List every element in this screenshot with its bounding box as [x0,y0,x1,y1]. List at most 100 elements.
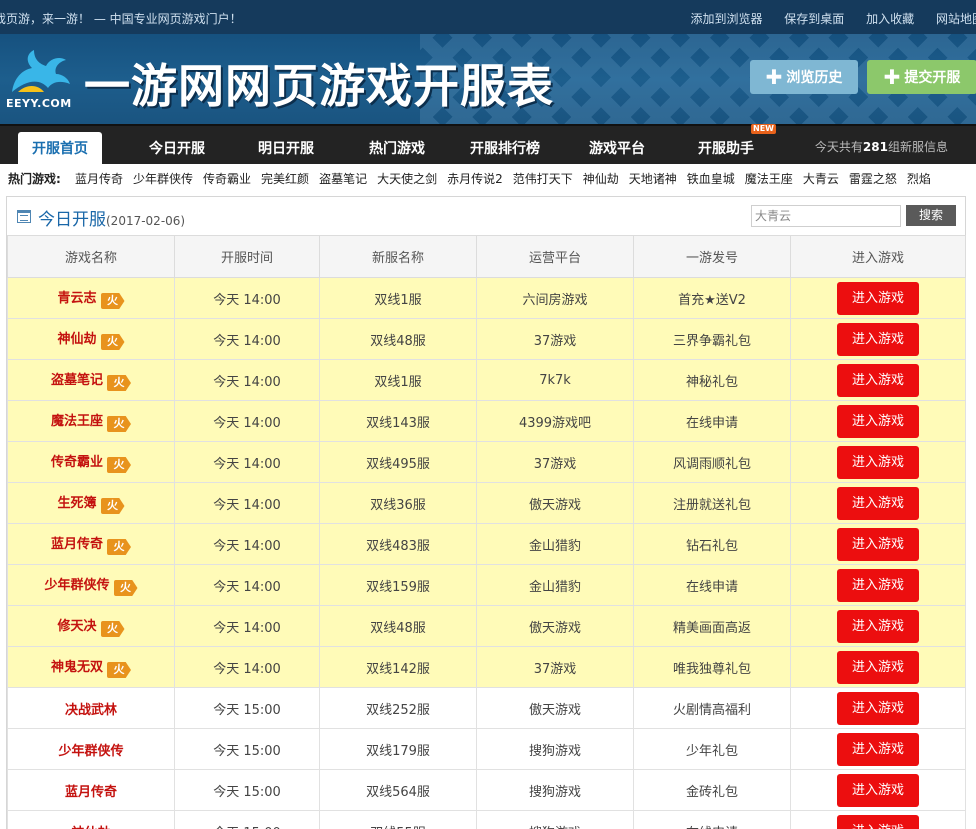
nav-platforms[interactable]: 游戏平台 [589,132,645,166]
hot-game-link[interactable]: 铁血皇城 [687,172,735,186]
add-to-browser-link[interactable]: 添加到浏览器 [690,12,762,26]
enter-cell: 进入游戏 [790,687,966,729]
server-name-cell: 双线495服 [319,441,477,483]
game-name[interactable]: 青云志 [57,291,96,306]
hot-game-link[interactable]: 大天使之剑 [377,172,437,186]
enter-game-button[interactable]: 进入游戏 [837,568,919,602]
gift-cell[interactable]: 在线申请 [633,400,791,442]
hot-fire-badge: 火 [100,498,125,514]
hot-game-link[interactable]: 蓝月传奇 [75,172,123,186]
hot-game-link[interactable]: 大青云 [803,172,839,186]
game-name-cell[interactable]: 青云志火 [7,277,175,319]
enter-game-button[interactable]: 进入游戏 [837,609,919,643]
hot-game-link[interactable]: 完美红颜 [261,172,309,186]
panel-date: (2017-02-06) [106,214,186,228]
hot-fire-badge: 火 [100,621,125,637]
gift-cell[interactable]: 在线申请 [633,810,791,829]
gift-cell[interactable]: 精美画面高返 [633,605,791,647]
site-logo[interactable]: EEYY.COM [4,48,74,110]
open-time-cell: 今天 14:00 [174,646,320,688]
game-name[interactable]: 少年群侠传 [58,744,123,759]
enter-game-button[interactable]: 进入游戏 [837,527,919,561]
gift-cell[interactable]: 少年礼包 [633,728,791,770]
nav-tomorrow[interactable]: 明日开服 [258,132,314,166]
hot-game-link[interactable]: 烈焰 [907,172,931,186]
browse-history-button[interactable]: ✚ 浏览历史 [750,60,858,94]
enter-game-button[interactable]: 进入游戏 [837,445,919,479]
server-name-cell: 双线179服 [319,728,477,770]
hot-game-link[interactable]: 少年群侠传 [133,172,193,186]
game-name-cell[interactable]: 神鬼无双火 [7,646,175,688]
add-favorite-link[interactable]: 加入收藏 [866,12,914,26]
gift-cell[interactable]: 钻石礼包 [633,523,791,565]
plus-icon: ✚ [883,65,901,89]
gift-cell[interactable]: 注册就送礼包 [633,482,791,524]
gift-cell[interactable]: 神秘礼包 [633,359,791,401]
enter-game-button[interactable]: 进入游戏 [837,732,919,766]
hot-game-link[interactable]: 盗墓笔记 [319,172,367,186]
game-name-cell[interactable]: 蓝月传奇 [7,769,175,811]
hot-game-link[interactable]: 天地诸神 [629,172,677,186]
hot-game-link[interactable]: 范伟打天下 [513,172,573,186]
nav-ranking[interactable]: 开服排行榜 [470,132,540,166]
search-input[interactable] [751,205,901,227]
gift-cell[interactable]: 首充★送V2 [633,277,791,319]
enter-game-button[interactable]: 进入游戏 [837,691,919,725]
sitemap-link[interactable]: 网站地图 [936,12,976,26]
enter-game-button[interactable]: 进入游戏 [837,773,919,807]
hot-games-list: 蓝月传奇 少年群侠传 传奇霸业 完美红颜 盗墓笔记 大天使之剑 赤月传说2 范伟打天下 神仙劫天… [75,164,941,194]
nav-today[interactable]: 今日开服 [149,132,205,166]
header-banner: EEYY.COM 一游网网页游戏开服表 ✚ 浏览历史 ✚ 提交开服 [0,34,976,124]
game-name-cell[interactable]: 修天决火 [7,605,175,647]
game-name-cell[interactable]: 生死簿火 [7,482,175,524]
enter-game-button[interactable]: 进入游戏 [837,322,919,356]
submit-server-button[interactable]: ✚ 提交开服 [867,60,976,94]
game-name[interactable]: 决战武林 [65,703,117,718]
enter-cell: 进入游戏 [790,810,966,829]
enter-game-button[interactable]: 进入游戏 [837,363,919,397]
hot-game-link[interactable]: 赤月传说2 [447,172,503,186]
game-name[interactable]: 蓝月传奇 [51,537,103,552]
game-name[interactable]: 传奇霸业 [51,455,103,470]
hot-game-link[interactable]: 神仙劫 [583,172,619,186]
game-name-cell[interactable]: 少年群侠传 [7,728,175,770]
hot-game-link[interactable]: 传奇霸业 [203,172,251,186]
game-name[interactable]: 神鬼无双 [51,660,103,675]
game-name[interactable]: 魔法王座 [51,414,103,429]
gift-cell[interactable]: 三界争霸礼包 [633,318,791,360]
enter-game-button[interactable]: 进入游戏 [837,486,919,520]
enter-game-button[interactable]: 进入游戏 [837,281,919,315]
gift-cell[interactable]: 火剧情高福利 [633,687,791,729]
game-name[interactable]: 神仙劫 [71,826,110,829]
game-name-cell[interactable]: 盗墓笔记火 [7,359,175,401]
game-name[interactable]: 神仙劫 [57,332,96,347]
game-name-cell[interactable]: 魔法王座火 [7,400,175,442]
gift-cell[interactable]: 在线申请 [633,564,791,606]
game-name-cell[interactable]: 传奇霸业火 [7,441,175,483]
game-name-cell[interactable]: 决战武林 [7,687,175,729]
game-name-cell[interactable]: 蓝月传奇火 [7,523,175,565]
nav-home[interactable]: 开服首页 [18,132,102,166]
gift-cell[interactable]: 风调雨顺礼包 [633,441,791,483]
enter-game-button[interactable]: 进入游戏 [837,650,919,684]
save-to-desktop-link[interactable]: 保存到桌面 [784,12,844,26]
platform-cell: 搜狗游戏 [476,769,634,811]
game-name-cell[interactable]: 神仙劫 [7,810,175,829]
hot-game-link[interactable]: 雷霆之怒 [849,172,897,186]
game-name[interactable]: 蓝月传奇 [65,785,117,800]
game-name[interactable]: 生死簿 [57,496,96,511]
nav-assistant[interactable]: 开服助手 NEW [698,124,776,166]
gift-cell[interactable]: 唯我独尊礼包 [633,646,791,688]
enter-game-button[interactable]: 进入游戏 [837,814,919,829]
gift-cell[interactable]: 金砖礼包 [633,769,791,811]
search-button[interactable]: 搜索 [906,205,956,226]
nav-hot-games[interactable]: 热门游戏 [369,132,425,166]
game-name[interactable]: 少年群侠传 [44,578,109,593]
hot-game-link[interactable]: 魔法王座 [745,172,793,186]
game-name-cell[interactable]: 少年群侠传火 [7,564,175,606]
enter-game-button[interactable]: 进入游戏 [837,404,919,438]
table-row: 少年群侠传 今天 15:00 双线179服 搜狗游戏 少年礼包 进入游戏 [7,728,966,770]
game-name-cell[interactable]: 神仙劫火 [7,318,175,360]
game-name[interactable]: 盗墓笔记 [51,373,103,388]
game-name[interactable]: 修天决 [57,619,96,634]
